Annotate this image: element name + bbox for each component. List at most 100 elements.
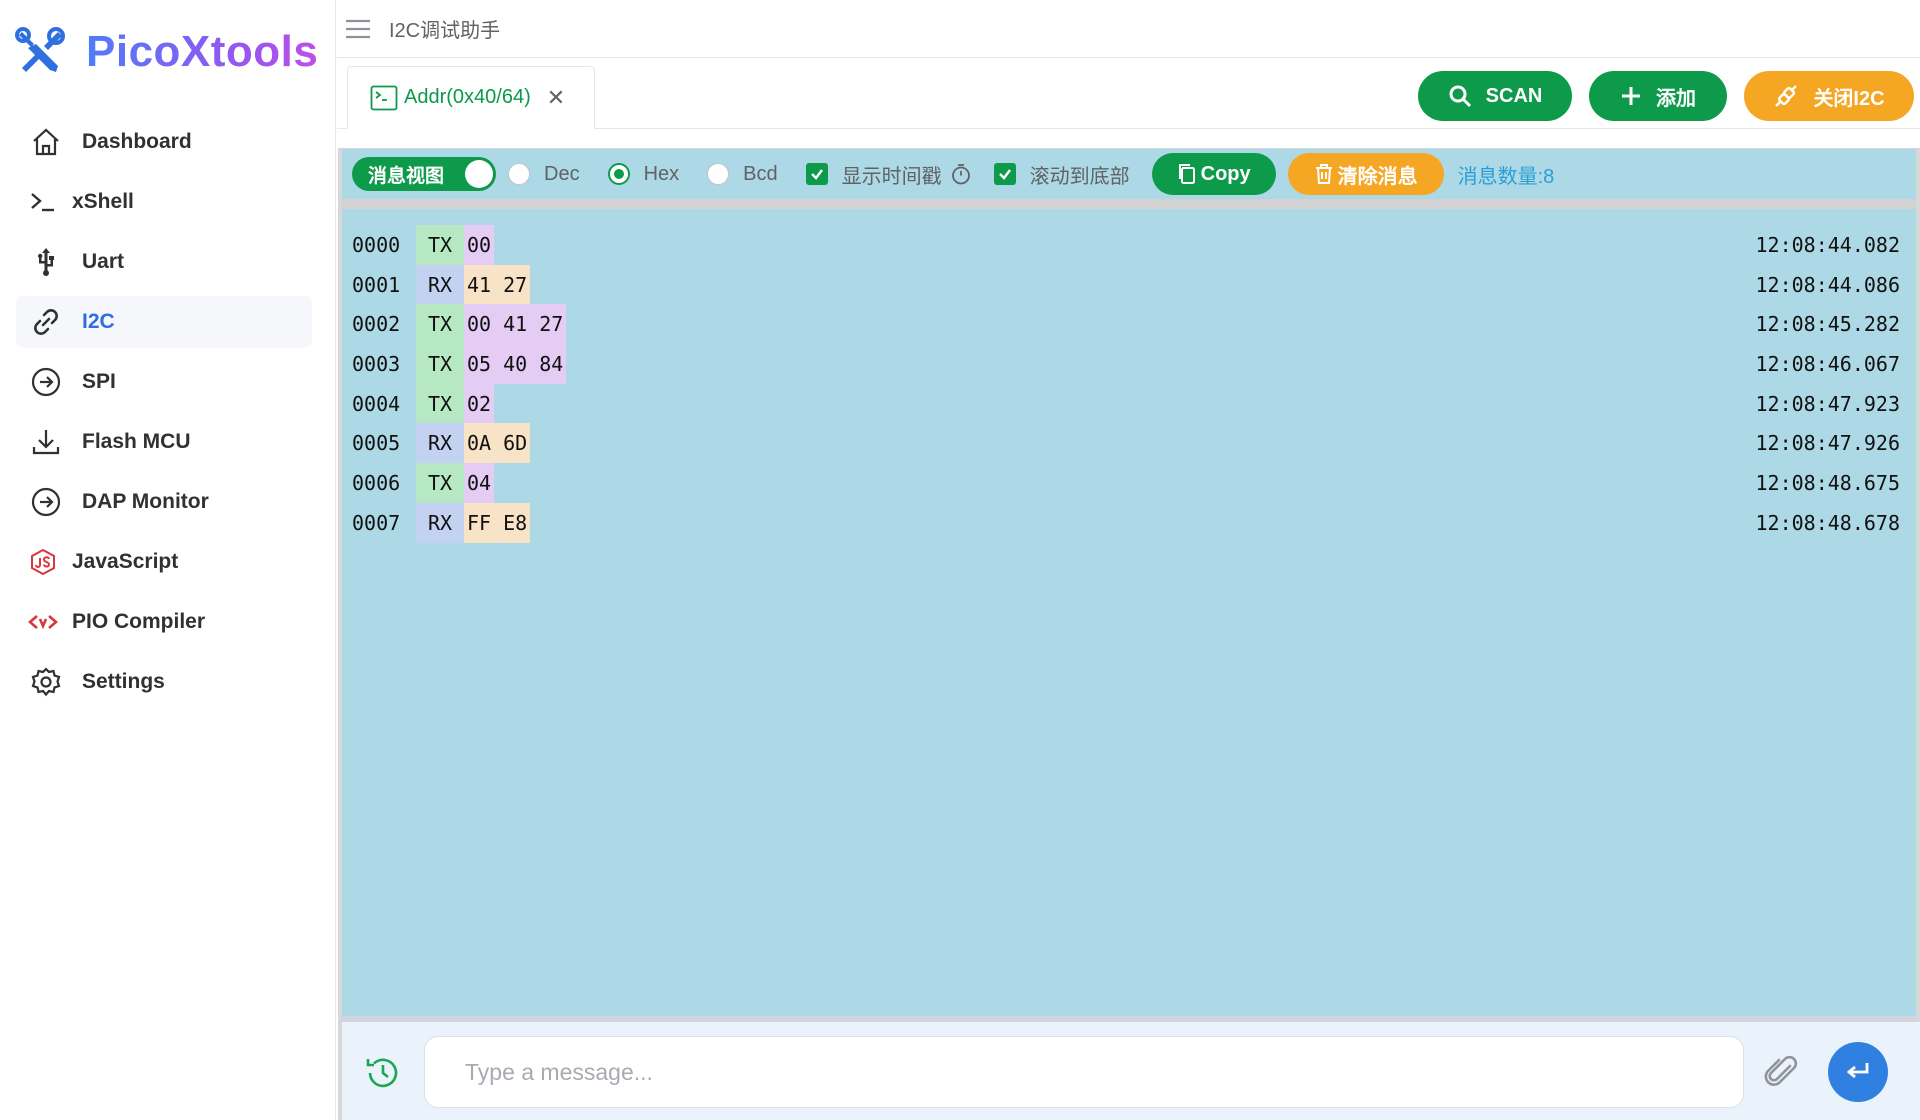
message-data: FF E8 <box>464 502 531 543</box>
sidebar-item-pio-compiler[interactable]: PIO Compiler <box>16 596 312 648</box>
message-data: 05 40 84 <box>464 344 567 384</box>
sidebar-item-flash-mcu[interactable]: Flash MCU <box>16 416 312 468</box>
sidebar-item-label: Flash MCU <box>82 430 191 453</box>
message-data: 00 41 27 <box>464 304 567 345</box>
message-view-switch-label: 消息视图 <box>368 165 445 187</box>
message-timestamp: 12:08:44.086 <box>1755 272 1901 297</box>
radio-bcd-label: Bcd <box>743 162 778 185</box>
message-data: 04 <box>464 463 495 503</box>
message-row: 0004 TX 02 12:08:47.923 <box>352 383 1910 424</box>
sidebar-item-javascript[interactable]: JavaScript <box>16 536 312 588</box>
message-timestamp: 12:08:47.923 <box>1755 391 1901 416</box>
sidebar-item-settings[interactable]: Settings <box>16 656 312 708</box>
message-input[interactable] <box>424 1036 1744 1108</box>
radio-dec-label: Dec <box>544 162 580 185</box>
message-index: 0002 <box>352 312 401 337</box>
link-icon <box>28 304 64 340</box>
radio-bcd-dot <box>707 163 730 185</box>
enter-icon <box>1846 1063 1869 1079</box>
message-log[interactable]: 0000 TX 00 12:08:44.082 0001 RX 41 27 12:08:44.… <box>352 225 1910 543</box>
message-data: 00 <box>464 225 495 265</box>
message-panel: 消息视图 Dec Hex Bcd 显示时间戳 滚动到底部 Copy 清除消息 消… <box>338 148 1920 1022</box>
top-header: I2C调试助手 <box>337 0 1920 58</box>
hamburger-menu-icon[interactable] <box>343 14 373 44</box>
add-button[interactable]: 添加 <box>1589 71 1727 121</box>
message-index: 0007 <box>352 510 401 535</box>
show-timestamp-checkbox[interactable]: 显示时间戳 <box>805 160 972 189</box>
message-index: 0005 <box>352 431 401 456</box>
message-direction: TX <box>416 225 464 265</box>
sidebar-item-spi[interactable]: SPI <box>16 356 312 408</box>
message-timestamp: 12:08:48.678 <box>1755 510 1901 535</box>
tab-label: Addr(0x40/64) <box>404 86 531 108</box>
scroll-bottom-label: 滚动到底部 <box>1029 165 1130 188</box>
sidebar-item-uart[interactable]: Uart <box>16 236 312 288</box>
sidebar-item-dashboard[interactable]: Dashboard <box>16 116 312 168</box>
arrow-circle-icon <box>28 364 64 400</box>
radio-dec-dot <box>508 163 530 185</box>
sidebar-item-label: DAP Monitor <box>82 490 209 513</box>
message-index: 0004 <box>352 391 401 416</box>
input-bar <box>338 1022 1920 1120</box>
message-index: 0006 <box>352 470 401 495</box>
message-data: 02 <box>464 383 495 424</box>
message-direction: RX <box>416 423 464 464</box>
message-count: 消息数量:8 <box>1457 165 1555 188</box>
sidebar-item-label: SPI <box>82 370 116 393</box>
app-logo[interactable]: PicoXtools <box>14 20 318 84</box>
radio-dec[interactable]: Dec <box>508 163 580 186</box>
close-i2c-button-label: 关闭I2C <box>1813 87 1885 110</box>
stopwatch-icon <box>951 164 970 185</box>
clear-messages-button[interactable]: 清除消息 <box>1287 153 1444 195</box>
radio-hex[interactable]: Hex <box>607 162 680 186</box>
tab-close-icon[interactable]: ✕ <box>547 85 565 111</box>
send-button[interactable] <box>1828 1042 1888 1102</box>
js-icon <box>28 544 58 580</box>
disconnect-icon <box>1775 85 1798 107</box>
sidebar-item-label: PIO Compiler <box>72 610 206 633</box>
sidebar-item-label: I2C <box>82 310 115 333</box>
radio-hex-label: Hex <box>643 162 680 185</box>
copy-icon <box>1178 164 1195 184</box>
sidebar-item-xshell[interactable]: xShell <box>16 176 312 228</box>
message-direction: TX <box>416 383 464 424</box>
radio-bcd[interactable]: Bcd <box>707 162 778 186</box>
message-data: 0A 6D <box>464 423 531 464</box>
message-index: 0000 <box>352 232 401 257</box>
message-toolbar: 消息视图 Dec Hex Bcd 显示时间戳 滚动到底部 Copy 清除消息 消… <box>342 149 1916 209</box>
tabs-row: Addr(0x40/64) ✕ SCAN 添加 关闭I2C <box>337 59 1920 129</box>
arrow-circle-icon <box>28 484 64 520</box>
page-title: I2C调试助手 <box>389 20 501 42</box>
code-icon <box>28 604 58 640</box>
show-timestamp-label: 显示时间戳 <box>841 165 942 188</box>
plus-icon <box>1622 87 1640 105</box>
scan-button[interactable]: SCAN <box>1418 71 1572 121</box>
terminal-window-icon <box>370 85 398 110</box>
sidebar-item-i2c[interactable]: I2C <box>16 296 312 348</box>
sidebar-item-label: Dashboard <box>82 130 192 153</box>
sidebar-nav: Dashboard xShell Uart I2C SPI Flash MCU … <box>16 116 312 716</box>
scan-button-label: SCAN <box>1485 84 1543 107</box>
attachment-icon[interactable] <box>1762 1052 1802 1092</box>
clear-messages-button-label: 清除消息 <box>1337 165 1418 188</box>
copy-button-label: Copy <box>1200 162 1251 185</box>
radio-hex-dot <box>607 163 630 185</box>
close-i2c-button[interactable]: 关闭I2C <box>1744 71 1914 121</box>
checkbox-checked-icon <box>993 163 1016 185</box>
message-timestamp: 12:08:48.675 <box>1755 470 1901 495</box>
trash-icon <box>1315 164 1332 184</box>
sidebar: PicoXtools Dashboard xShell Uart I2C SPI… <box>0 0 336 1120</box>
message-timestamp: 12:08:46.067 <box>1755 351 1901 376</box>
sidebar-item-dap-monitor[interactable]: DAP Monitor <box>16 476 312 528</box>
history-icon[interactable] <box>364 1054 402 1092</box>
tab-addr[interactable]: Addr(0x40/64) ✕ <box>347 66 595 129</box>
message-direction: TX <box>416 344 464 384</box>
home-icon <box>28 124 64 160</box>
app-name: PicoXtools <box>86 27 319 76</box>
copy-button[interactable]: Copy <box>1151 153 1276 195</box>
message-timestamp: 12:08:44.082 <box>1755 232 1901 257</box>
message-view-switch[interactable]: 消息视图 <box>352 157 496 191</box>
terminal-icon <box>28 184 58 220</box>
switch-knob <box>465 160 493 188</box>
scroll-bottom-checkbox[interactable]: 滚动到底部 <box>993 160 1130 189</box>
